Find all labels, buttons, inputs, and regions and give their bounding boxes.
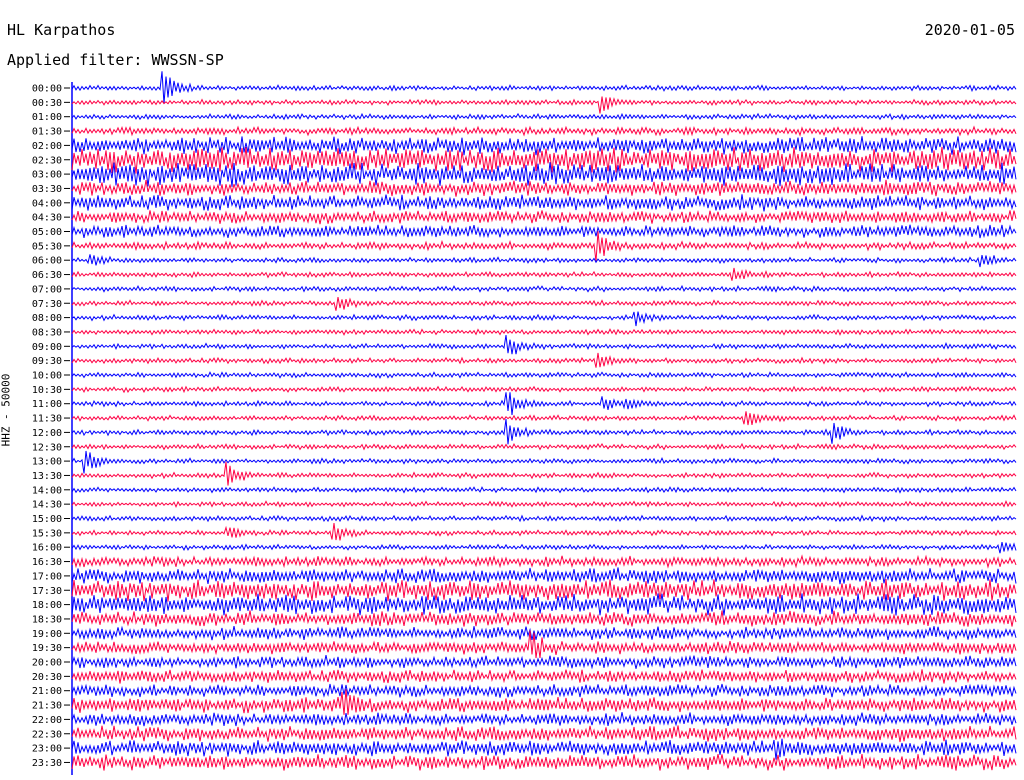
row-time-label: 04:30 (32, 213, 62, 224)
row-time-label: 19:00 (32, 629, 62, 640)
trace-line-1900 (71, 625, 1017, 641)
trace-line-1600 (71, 541, 1017, 554)
trace-line-1500 (71, 514, 1017, 523)
row-time-label: 20:00 (32, 658, 62, 669)
trace-line-0100 (71, 112, 1017, 121)
trace-line-0730 (71, 297, 1017, 311)
trace-line-1000 (71, 371, 1017, 379)
row-time-label: 01:00 (32, 112, 62, 123)
trace-line-0430 (71, 210, 1017, 225)
row-time-label: 17:00 (32, 571, 62, 582)
trace-line-1830 (71, 610, 1017, 627)
trace-line-0000 (71, 71, 1017, 105)
trace-line-0300 (71, 162, 1017, 187)
trace-line-1400 (71, 486, 1017, 494)
row-time-label: 02:00 (32, 141, 62, 152)
trace-line-2330 (71, 754, 1017, 771)
row-time-label: 18:00 (32, 600, 62, 611)
trace-line-2100 (71, 683, 1017, 698)
row-time-label: 23:00 (32, 744, 62, 755)
trace-line-0400 (71, 194, 1017, 212)
row-time-label: 14:00 (32, 485, 62, 496)
row-time-label: 03:00 (32, 170, 62, 181)
trace-line-1530 (71, 522, 1017, 541)
row-time-label: 00:00 (32, 84, 62, 95)
row-time-label: 06:00 (32, 256, 62, 267)
trace-line-2030 (71, 668, 1017, 684)
trace-line-0630 (71, 267, 1017, 281)
trace-line-0130 (71, 125, 1017, 137)
row-time-label: 21:00 (32, 686, 62, 697)
trace-line-2300 (71, 738, 1017, 760)
row-time-label: 13:30 (32, 471, 62, 482)
row-time-label: 11:30 (32, 414, 62, 425)
trace-line-1730 (71, 578, 1017, 602)
row-time-label: 23:30 (32, 758, 62, 769)
row-time-label: 18:30 (32, 614, 62, 625)
trace-line-0700 (71, 284, 1017, 293)
trace-line-1200 (71, 418, 1017, 445)
row-time-label: 19:30 (32, 643, 62, 654)
trace-line-2230 (71, 725, 1017, 743)
row-time-label: 05:30 (32, 241, 62, 252)
trace-line-2000 (71, 654, 1017, 670)
trace-line-0930 (71, 352, 1017, 368)
row-time-label: 08:30 (32, 327, 62, 338)
row-time-label: 08:00 (32, 313, 62, 324)
row-time-label: 22:00 (32, 715, 62, 726)
row-time-label: 09:30 (32, 356, 62, 367)
row-time-label: 16:30 (32, 557, 62, 568)
row-time-label: 16:00 (32, 543, 62, 554)
row-time-label: 01:30 (32, 127, 62, 138)
row-time-label: 07:30 (32, 299, 62, 310)
row-time-label: 00:30 (32, 98, 62, 109)
row-time-label: 12:30 (32, 442, 62, 453)
row-time-label: 15:00 (32, 514, 62, 525)
trace-line-1300 (71, 450, 1017, 474)
row-time-label: 17:30 (32, 586, 62, 597)
row-time-label: 11:00 (32, 399, 62, 410)
trace-line-0600 (71, 254, 1017, 268)
row-time-label: 21:30 (32, 701, 62, 712)
row-time-label: 05:00 (32, 227, 62, 238)
row-time-label: 14:30 (32, 500, 62, 511)
trace-line-1430 (71, 499, 1017, 508)
trace-line-0900 (71, 335, 1017, 355)
row-time-label: 10:30 (32, 385, 62, 396)
row-time-label: 13:00 (32, 457, 62, 468)
row-time-label: 07:00 (32, 284, 62, 295)
trace-line-2200 (71, 712, 1017, 727)
trace-line-1100 (71, 392, 1017, 415)
row-time-label: 12:00 (32, 428, 62, 439)
trace-line-0500 (71, 224, 1017, 239)
trace-line-1630 (71, 554, 1017, 569)
trace-line-0830 (71, 328, 1017, 336)
row-time-label: 06:30 (32, 270, 62, 281)
row-time-label: 15:30 (32, 528, 62, 539)
trace-line-1230 (71, 442, 1017, 451)
trace-line-1130 (71, 411, 1017, 426)
helicorder-plot: 00:00 00:30 01:00 01:30 02:00 02:30 03:00 03:30… (32, 71, 1017, 775)
row-time-label: 20:30 (32, 672, 62, 683)
trace-line-1700 (71, 567, 1017, 585)
row-time-label: 10:00 (32, 371, 62, 382)
trace-line-2130 (71, 689, 1017, 715)
row-time-label: 09:00 (32, 342, 62, 353)
trace-line-0800 (71, 311, 1017, 327)
trace-line-1330 (71, 461, 1017, 486)
row-time-label: 02:30 (32, 155, 62, 166)
row-time-label: 04:00 (32, 198, 62, 209)
row-time-label: 22:30 (32, 729, 62, 740)
trace-line-0030 (71, 96, 1017, 114)
trace-line-1030 (71, 385, 1017, 394)
row-time-label: 03:30 (32, 184, 62, 195)
